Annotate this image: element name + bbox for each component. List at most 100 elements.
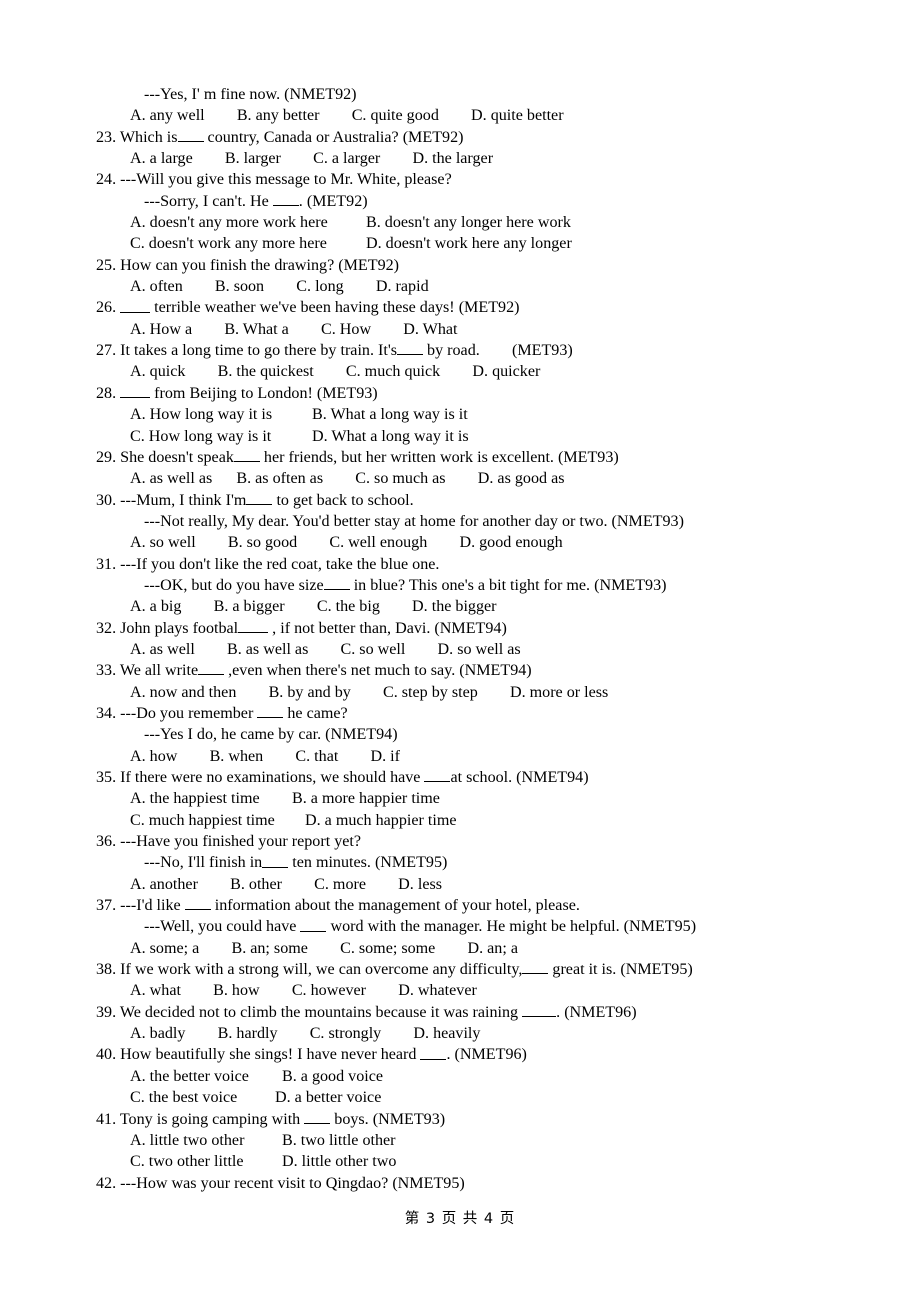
option-line: A. quick B. the quickest C. much quick D…: [130, 363, 541, 381]
option-row: A. little two other B. two little other: [96, 1130, 856, 1151]
question-stem: 26. terrible weather we've been having t…: [96, 297, 856, 318]
document-page: ---Yes, I' m fine now. (NMET92) A. any w…: [0, 0, 920, 1302]
question-stem-pre: 27. It takes a long time to go there by …: [96, 342, 398, 360]
question-stem-pre: 38. If we work with a strong will, we ca…: [96, 961, 523, 979]
option-c: C. two other little: [130, 1153, 244, 1171]
question-stem-pre: 35. If there were no examinations, we sh…: [96, 769, 425, 787]
option-line: A. badly B. hardly C. strongly D. heavil…: [130, 1025, 481, 1043]
option-d: D. doesn't work here any longer: [366, 235, 572, 253]
option-line: A. a big B. a bigger C. the big D. the b…: [130, 598, 497, 616]
question-stem-pre: 32. John plays footbal: [96, 619, 239, 637]
option-row: A. How long way it is B. What a long way …: [96, 404, 856, 425]
page-footer: 第 3 页 共 4 页: [404, 1211, 516, 1227]
question-stem-post: great it is. (NMET95): [548, 961, 693, 979]
question-stem-post: to get back to school.: [272, 491, 414, 509]
reply-post: ten minutes. (NMET95): [288, 854, 448, 872]
option-b: B. a good voice: [282, 1067, 384, 1085]
question-stem-pre: 33. We all write: [96, 662, 199, 680]
question-stem-pre: 29. She doesn't speak: [96, 449, 234, 466]
option-a: A. the better voice: [130, 1067, 249, 1085]
answer-blank: [177, 127, 204, 142]
option-line: A. as well B. as well as C. so well D. s…: [130, 640, 521, 658]
question-stem-post: terrible weather we've been having these…: [150, 299, 520, 317]
question-stem-post: . (NMET96): [446, 1046, 527, 1064]
option-line: A. some; a B. an; some C. some; some D. …: [130, 939, 518, 957]
question-stem-post: from Beijing to London! (MET93): [150, 384, 378, 402]
option-d: D. What a long way it is: [312, 427, 469, 445]
option-line: A. as well as B. as often as C. so much …: [130, 470, 565, 488]
question-stem: 31. ---If you don't like the red coat, t…: [96, 555, 440, 573]
option-row: C. much happiest time D. a much happier t…: [96, 810, 856, 831]
option-b: B. What a long way is it: [312, 406, 468, 424]
answer-blank: [420, 1044, 447, 1060]
question-stem: 23. Which is country, Canada or Australi…: [96, 127, 856, 148]
question-stem: 24. ---Will you give this message to Mr.…: [96, 171, 452, 189]
answer-blank: [238, 618, 269, 633]
answer-blank: [246, 490, 273, 505]
question-stem: 40. How beautifully she sings! I have ne…: [96, 1044, 856, 1065]
reply-post: . (MET92): [298, 192, 368, 210]
answer-blank: [120, 383, 151, 398]
reply-pre: ---No, I'll finish in: [144, 854, 263, 872]
answer-blank: [397, 340, 424, 356]
option-row: C. How long way is it D. What a long way …: [96, 426, 856, 447]
question-stem-post: . (NMET96): [556, 1003, 637, 1021]
answer-blank: [522, 1002, 557, 1017]
question-reply-line: ---No, I'll finish in ten minutes. (NMET…: [96, 852, 856, 873]
option-row: C. the best voice D. a better voice: [96, 1087, 856, 1108]
option-line: A. a large B. larger C. a larger D. the …: [130, 150, 494, 168]
reply-post: word with the manager. He might be helpf…: [326, 918, 697, 936]
question-stem: 32. John plays footbal , if not better t…: [96, 618, 856, 639]
option-line: A. now and then B. by and by C. step by …: [130, 683, 609, 701]
question-stem-pre: 23. Which is: [96, 128, 178, 146]
question-list: ---Yes, I' m fine now. (NMET92) A. any w…: [96, 84, 856, 1194]
option-c: C. How long way is it: [130, 427, 272, 445]
option-line: A. often B. soon C. long D. rapid: [130, 278, 429, 296]
option-line: A. how B. when C. that D. if: [130, 747, 401, 765]
question-stem-pre: 28.: [96, 384, 121, 402]
answer-blank: [323, 575, 350, 591]
question-reply-line: ---Sorry, I can't. He . (MET92): [96, 191, 856, 212]
answer-blank: [262, 852, 289, 868]
option-d: D. a much happier time: [305, 811, 457, 829]
question-stem-post: ,even when there's net much to say. (NME…: [224, 662, 532, 680]
answer-blank: [120, 297, 151, 313]
question-stem-post: by road. (MET93): [423, 342, 573, 360]
option-b: B. two little other: [282, 1131, 396, 1149]
question-stem-pre: 40. How beautifully she sings! I have ne…: [96, 1046, 421, 1064]
question-stem: 35. If there were no examinations, we sh…: [96, 767, 856, 788]
option-row: C. doesn't work any more here D. doesn't …: [96, 233, 856, 254]
question-reply-line: ---Yes I do, he came by car. (NMET94): [144, 726, 398, 744]
question-stem: 30. ---Mum, I think I'm to get back to s…: [96, 490, 856, 511]
answer-blank: [184, 895, 211, 911]
question-stem: 29. She doesn't speak her friends, but h…: [96, 447, 856, 468]
question-stem: 39. We decided not to climb the mountain…: [96, 1002, 856, 1023]
question-stem-pre: 41. Tony is going camping with: [96, 1110, 305, 1128]
question-stem: 34. ---Do you remember he came?: [96, 703, 856, 724]
reply-pre: ---OK, but do you have size: [144, 577, 324, 595]
option-d: D. little other two: [282, 1153, 397, 1171]
question-stem: 38. If we work with a strong will, we ca…: [96, 959, 856, 980]
question-stem: 25. How can you finish the drawing? (MET…: [96, 256, 400, 274]
option-a: A. doesn't any more work here: [130, 214, 328, 232]
reply-pre: ---Well, you could have: [144, 918, 301, 936]
answer-blank: [198, 660, 225, 676]
answer-blank: [257, 703, 284, 719]
question-reply-line: ---Yes, I' m fine now. (NMET92): [144, 86, 357, 103]
question-stem-pre: 37. ---I'd like: [96, 897, 185, 915]
answer-blank: [424, 767, 451, 783]
question-stem: 33. We all write ,even when there's net …: [96, 660, 856, 681]
question-stem: 37. ---I'd like information about the ma…: [96, 895, 856, 916]
option-a: A. the happiest time: [130, 790, 260, 808]
question-stem-post: at school. (NMET94): [450, 769, 589, 787]
option-c: C. doesn't work any more here: [130, 235, 327, 253]
question-stem-pre: 26.: [96, 299, 121, 317]
question-stem-post: , if not better than, Davi. (NMET94): [268, 619, 507, 637]
option-line: A. so well B. so good C. well enough D. …: [130, 534, 563, 552]
question-reply-line: ---Not really, My dear. You'd better sta…: [144, 512, 684, 530]
question-stem: 41. Tony is going camping with boys. (NM…: [96, 1109, 856, 1130]
question-stem-post: her friends, but her written work is exc…: [259, 449, 619, 466]
option-b: B. doesn't any longer here work: [366, 214, 571, 232]
question-stem: 28. from Beijing to London! (MET93): [96, 383, 856, 404]
answer-blank: [300, 916, 327, 932]
